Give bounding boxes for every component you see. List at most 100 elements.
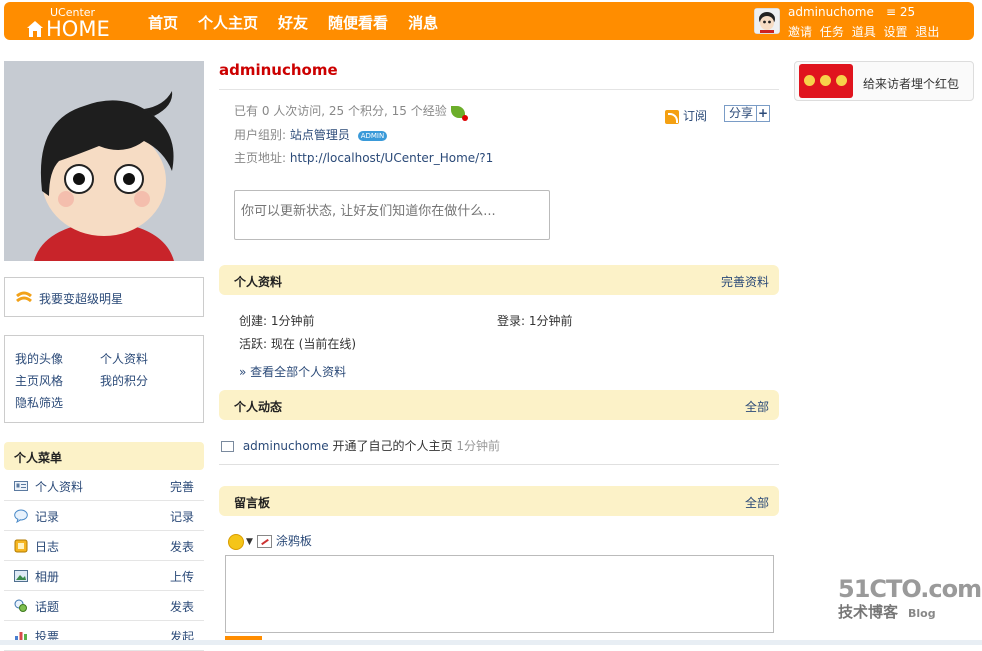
- logo-big-text: HOME: [46, 17, 110, 41]
- profile-info-link[interactable]: 个人资料: [100, 350, 148, 367]
- active-status: 活跃: 现在 (当前在线): [239, 337, 357, 351]
- page-bottom-edge: [0, 640, 982, 645]
- super-star-box[interactable]: 我要变超级明星: [4, 277, 204, 317]
- login-time: 登录: 1分钟前: [497, 314, 573, 328]
- menu-item-poll: 投票 发起: [4, 621, 204, 651]
- my-avatar-link[interactable]: 我的头像: [15, 350, 63, 367]
- avatar-face-icon: [755, 9, 779, 33]
- title-divider: [219, 89, 779, 90]
- tasks-link[interactable]: 任务: [820, 25, 844, 39]
- house-icon: [27, 21, 43, 37]
- menu-item-topic: 话题 发表: [4, 591, 204, 621]
- super-star-link[interactable]: 我要变超级明星: [39, 290, 123, 307]
- url-label: 主页地址:: [234, 151, 287, 165]
- homepage-url-row: 主页地址: http://localhost/UCenter_Home/?1: [234, 149, 493, 166]
- menu-label-topic[interactable]: 话题: [35, 598, 59, 615]
- items-link[interactable]: 道具: [852, 25, 876, 39]
- page-title-username: adminuchome: [219, 61, 338, 79]
- stats-text: 已有 0 人次访问, 25 个积分, 15 个经验: [234, 104, 447, 118]
- coin-balance: ≡ 25: [886, 5, 916, 19]
- group-label: 用户组别:: [234, 128, 287, 142]
- message-board-header: 留言板 全部: [219, 486, 779, 516]
- activity-all-link[interactable]: 全部: [745, 398, 769, 415]
- message-input[interactable]: [225, 555, 774, 633]
- profile-avatar[interactable]: [4, 61, 204, 261]
- homepage-url-link[interactable]: http://localhost/UCenter_Home/?1: [290, 151, 493, 165]
- menu-action-record[interactable]: 记录: [170, 508, 194, 525]
- rss-icon: [665, 109, 679, 124]
- notebook-icon: [14, 539, 28, 553]
- message-board-title: 留言板: [234, 496, 271, 510]
- menu-label-blog[interactable]: 日志: [35, 538, 59, 555]
- admin-badge: ADMIN: [357, 130, 388, 141]
- doodle-board-icon[interactable]: [256, 535, 272, 548]
- page-style-link[interactable]: 主页风格: [15, 372, 63, 389]
- feed-item: adminuchome 开通了自己的个人主页 1分钟前: [221, 437, 500, 454]
- user-group-row: 用户组别: 站点管理员 ADMIN: [234, 126, 388, 143]
- experience-leaf-icon: [450, 105, 468, 121]
- menu-label-profile[interactable]: 个人资料: [35, 478, 83, 495]
- group-value-link[interactable]: 站点管理员: [290, 128, 350, 142]
- share-label: 分享: [729, 106, 754, 120]
- photo-icon: [14, 570, 28, 582]
- menu-label-album[interactable]: 相册: [35, 568, 59, 585]
- star-swirl-icon: [16, 291, 32, 303]
- red-packet-box[interactable]: 给来访者埋个红包: [794, 61, 974, 101]
- activity-header: 个人动态 全部: [219, 390, 779, 420]
- menu-item-blog: 日志 发表: [4, 531, 204, 561]
- user-avatar-small[interactable]: [754, 8, 780, 34]
- chevron-down-icon[interactable]: ▼: [246, 537, 253, 547]
- menu-action-post-topic[interactable]: 发表: [170, 598, 194, 615]
- complete-profile-link[interactable]: 完善资料: [721, 273, 769, 290]
- feed-time: 1分钟前: [456, 439, 500, 453]
- speech-bubble-icon: [14, 509, 28, 523]
- user-links: 邀请 任务 道具 设置 退出: [788, 23, 943, 40]
- status-update-input[interactable]: [234, 190, 550, 240]
- subscribe-label: 订阅: [683, 109, 708, 123]
- topic-icon: [14, 599, 27, 612]
- menu-item-records: 记录 记录: [4, 501, 204, 531]
- privacy-filter-link[interactable]: 隐私筛选: [15, 394, 63, 411]
- my-points-link[interactable]: 我的积分: [100, 372, 148, 389]
- menu-label-records[interactable]: 记录: [35, 508, 59, 525]
- quick-links-box: 我的头像 个人资料 主页风格 我的积分 隐私筛选: [4, 335, 204, 423]
- message-toolbar: ▼ 涂鸦板: [228, 532, 312, 550]
- created-time: 创建: 1分钟前: [239, 314, 315, 328]
- profile-card-icon: [221, 441, 234, 452]
- share-button[interactable]: 分享 +: [724, 105, 771, 122]
- red-packet-link[interactable]: 给来访者埋个红包: [863, 75, 959, 92]
- menu-action-complete[interactable]: 完善: [170, 478, 194, 495]
- watermark-tech-blog: 技术博客: [838, 603, 899, 621]
- view-all-profile-link[interactable]: » 查看全部个人资料: [239, 363, 346, 380]
- nav-browse[interactable]: 随便看看: [328, 12, 388, 33]
- cartoon-avatar-image: [4, 61, 204, 261]
- username-link[interactable]: adminuchome: [788, 5, 874, 19]
- coin-count: 25: [899, 5, 916, 19]
- logout-link[interactable]: 退出: [915, 25, 939, 39]
- nav-friends[interactable]: 好友: [278, 12, 308, 33]
- watermark-blog: Blog: [908, 607, 936, 620]
- feed-text: 开通了自己的个人主页: [332, 439, 453, 453]
- main-nav: 首页 个人主页 好友 随便看看 消息: [148, 12, 458, 33]
- activity-title: 个人动态: [234, 400, 283, 414]
- share-plus-icon: +: [756, 106, 769, 121]
- menu-item-album: 相册 上传: [4, 561, 204, 591]
- message-board-all-link[interactable]: 全部: [745, 494, 769, 511]
- nav-home[interactable]: 首页: [148, 12, 178, 33]
- menu-action-upload[interactable]: 上传: [170, 568, 194, 585]
- nav-my-page[interactable]: 个人主页: [198, 12, 258, 33]
- watermark-logo: 51CTO.com: [838, 575, 982, 603]
- feed-username-link[interactable]: adminuchome: [243, 439, 329, 453]
- doodle-board-link[interactable]: 涂鸦板: [276, 534, 312, 548]
- profile-info-title: 个人资料: [234, 275, 283, 289]
- settings-link[interactable]: 设置: [884, 25, 908, 39]
- menu-action-post-blog[interactable]: 发表: [170, 538, 194, 555]
- subscribe-button[interactable]: 订阅: [665, 107, 707, 124]
- feed-divider: [219, 464, 779, 465]
- nav-messages[interactable]: 消息: [408, 12, 438, 33]
- top-navigation-bar: UCenter HOME 首页 个人主页 好友 随便看看 消息 adminuch…: [4, 2, 974, 41]
- personal-menu-title: 个人菜单: [14, 451, 63, 465]
- smiley-icon[interactable]: [228, 533, 244, 550]
- profile-info-header: 个人资料 完善资料: [219, 265, 779, 295]
- invite-link[interactable]: 邀请: [788, 25, 812, 39]
